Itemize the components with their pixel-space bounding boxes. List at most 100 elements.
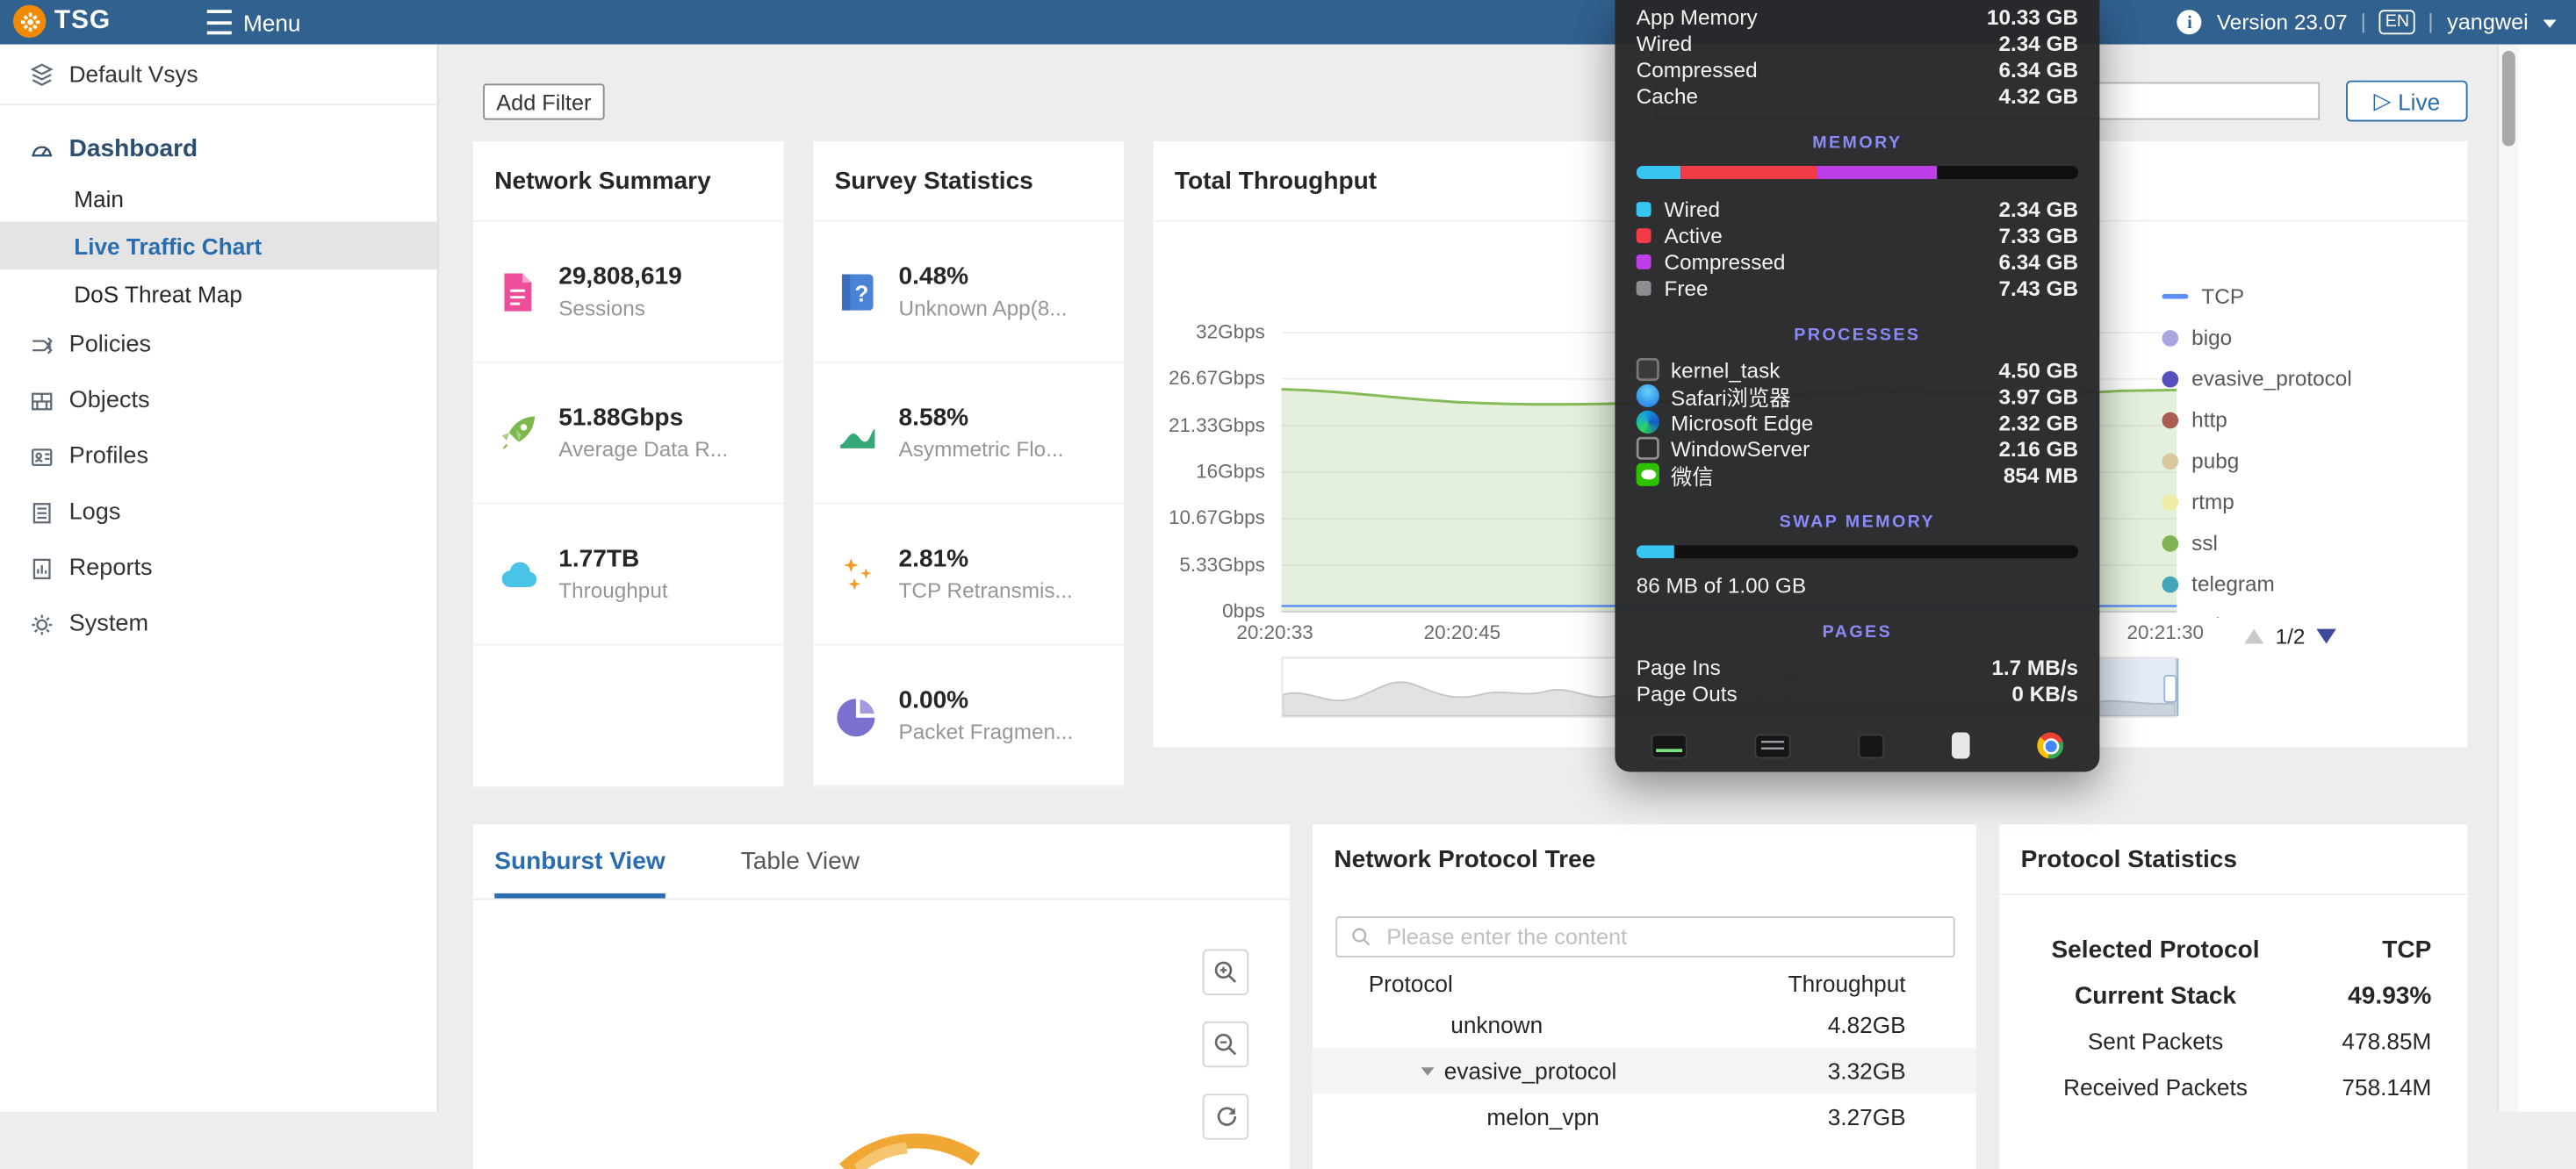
pie-icon [835,692,881,738]
process-row: Safari浏览器3.97 GB [1615,383,2099,409]
x-axis-tick: 20:21:30 [2112,620,2218,643]
stat-label: Throughput [558,578,667,603]
iphone-dock-icon[interactable] [1952,733,1970,759]
chrome-dock-icon[interactable] [2037,733,2063,759]
vsys-label: Default Vsys [69,61,198,87]
pages-row: Page Ins1.7 MB/s [1615,654,2099,680]
username[interactable]: yangwei [2447,10,2529,34]
datazoom-right-handle[interactable] [2163,675,2177,703]
legend-page-up-icon[interactable] [2244,629,2263,644]
protocol-search-input[interactable] [1384,923,1940,951]
stat-value: 8.58% [899,404,1064,432]
legend-item-telegram[interactable]: telegram [2162,563,2392,605]
sidebar-label: DoS Threat Map [74,280,242,306]
table-row[interactable]: unknown 4.82GB [1313,1001,1976,1047]
sidebar-item-dos-threat-map[interactable]: DoS Threat Map [0,269,437,317]
sidebar-item-system[interactable]: System [0,596,437,652]
summary-row: Compressed6.34 GB [1615,56,2099,82]
stat-label: Sessions [558,296,681,320]
legend-page-down-icon[interactable] [2317,629,2336,644]
legend-label: unknown [2191,613,2277,618]
summary-value: 10.33 GB [1987,4,2078,29]
legend-label: telegram [2191,571,2275,596]
process-name: kernel_task [1671,357,1998,382]
stats-row: Current Stack 49.93% [1999,972,2467,1018]
sunburst-card: Sunburst View Table View [473,824,1290,1169]
network-summary-card: Network Summary 29,808,619Sessions 51.88… [473,141,784,786]
stats-value: 478.85M [2312,1028,2468,1054]
swap-usage-text: 86 MB of 1.00 GB [1615,571,2099,598]
live-button[interactable]: ▷ Live [2346,81,2467,122]
table-row[interactable]: melon_vpn 3.27GB [1313,1094,1976,1139]
card-title: Network Summary [473,141,784,222]
memory-dock-icon[interactable] [1754,733,1790,757]
info-icon[interactable]: i [2177,10,2202,34]
table-row[interactable]: evasive_protocol 3.32GB [1313,1048,1976,1094]
summary-label: App Memory [1637,4,1758,29]
tab-sunburst-view[interactable]: Sunburst View [494,824,665,898]
legend-row: Free7.43 GB [1615,274,2099,300]
sidebar-item-dashboard[interactable]: Dashboard [0,121,437,174]
sparkle-scatter-icon [835,551,881,597]
swap-used-segment [1637,545,1673,558]
tab-table-view[interactable]: Table View [741,824,860,898]
sidebar-label: Dashboard [69,134,198,162]
summary-value: 2.34 GB [1998,31,2078,55]
summary-label: Wired [1637,31,1693,55]
memory-usage-bar [1637,166,2078,179]
legend-item-unknown[interactable]: unknown [2162,605,2392,618]
stat-label: Packet Fragmen... [899,720,1074,744]
scrollbar-thumb[interactable] [2502,51,2515,147]
tree-table-header: Protocol Throughput [1313,965,1976,1001]
topbar-right-group: i Version 23.07 EN yangwei [2177,0,2557,45]
sidebar-item-main[interactable]: Main [0,174,437,221]
sidebar-item-logs[interactable]: Logs [0,484,437,541]
sidebar-label: Reports [69,555,153,581]
legend-item-pubg[interactable]: pubg [2162,440,2392,481]
disk-dock-icon[interactable] [1858,733,1884,757]
memory-legend: Wired2.34 GB Active7.33 GB Compressed6.3… [1615,196,2099,301]
zoom-out-icon [1212,1031,1239,1058]
legend-dot [2162,617,2178,618]
zoom-out-button[interactable] [1203,1022,1248,1067]
legend-item-evasive-protocol[interactable]: evasive_protocol [2162,358,2392,399]
profiles-icon [30,444,54,469]
legend-item-rtmp[interactable]: rtmp [2162,481,2392,522]
stat-label: Unknown App(8... [899,296,1068,320]
process-memory: 854 MB [2004,463,2078,487]
expand-caret-icon[interactable] [1421,1066,1435,1074]
legend-item-http[interactable]: http [2162,399,2392,441]
language-badge[interactable]: EN [2378,10,2415,34]
vsys-selector[interactable]: Default Vsys [0,45,437,105]
sidebar-item-profiles[interactable]: Profiles [0,428,437,484]
sidebar-item-reports[interactable]: Reports [0,541,437,597]
summary-row: App Memory 10.33 GB [1615,4,2099,30]
sunburst-chart-partial[interactable] [835,1067,982,1169]
zoom-reset-button[interactable] [1203,1094,1248,1139]
legend-label: evasive_protocol [2191,366,2352,391]
menu-button[interactable]: Menu [207,0,301,45]
sidebar-item-objects[interactable]: Objects [0,373,437,429]
legend-item-ssl[interactable]: ssl [2162,522,2392,563]
sidebar-item-live-traffic-chart[interactable]: Live Traffic Chart [0,222,437,269]
logs-icon [30,500,54,525]
zoom-in-button[interactable] [1203,950,1248,995]
legend-item-tcp[interactable]: TCP [2162,276,2392,317]
chevron-down-icon[interactable] [2544,19,2557,27]
process-name: 微信 [1671,459,2004,491]
card-title: Network Protocol Tree [1313,824,1976,894]
sidebar-item-policies[interactable]: Policies [0,317,437,373]
add-filter-button[interactable]: Add Filter [483,83,604,119]
stat-unknown-app: ? 0.48%Unknown App(8... [813,222,1124,363]
scrollbar[interactable] [2497,45,2518,1112]
sidebar-label: Policies [69,332,152,358]
cpu-dock-icon[interactable] [1651,733,1687,757]
legend-item-bigo[interactable]: bigo [2162,317,2392,358]
play-icon: ▷ [2373,87,2391,115]
memory-summary: App Memory 10.33 GB Wired 2.34 GB Compress… [1615,0,2099,108]
divider [2430,12,2432,32]
dashboard-icon [30,135,54,160]
tab-label: Table View [741,848,860,876]
wechat-icon [1637,463,1659,486]
chart-legend: TCP bigo evasive_protocol http pubg rtmp… [2162,276,2392,617]
